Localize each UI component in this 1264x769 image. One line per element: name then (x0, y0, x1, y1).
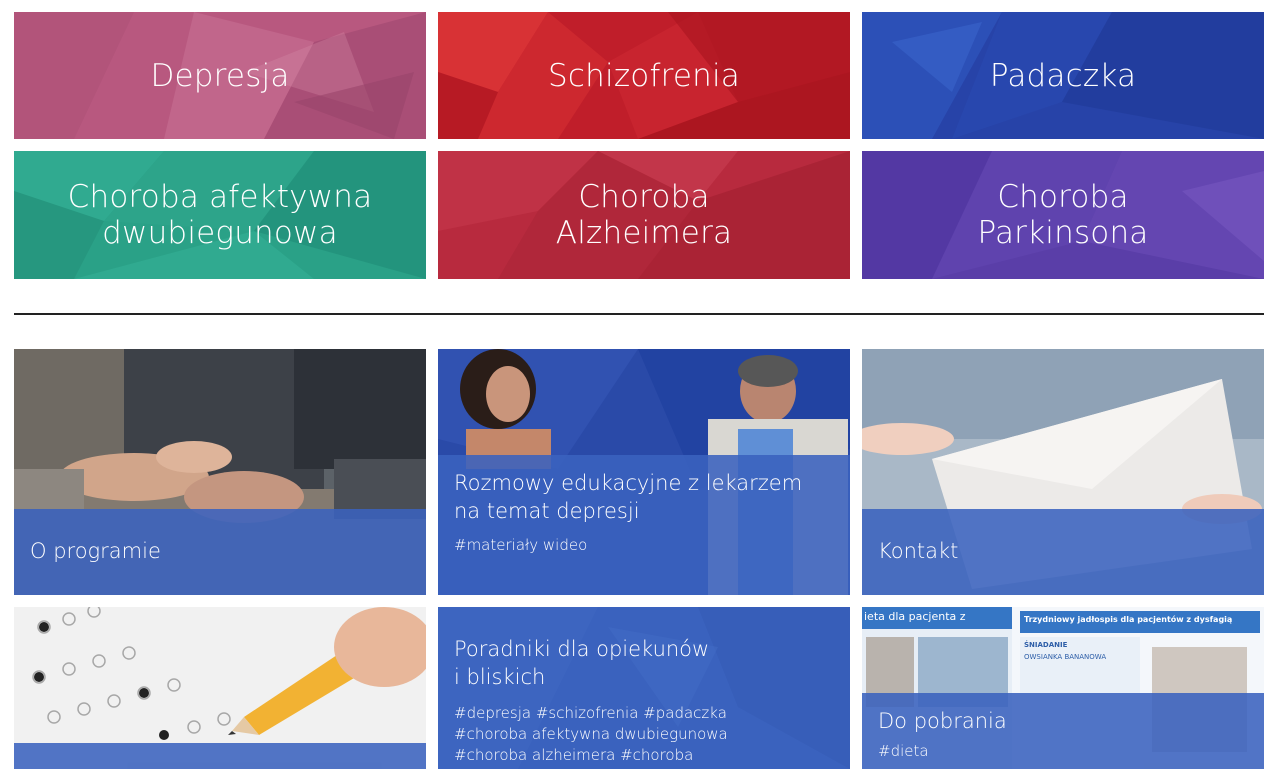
section-divider (14, 313, 1264, 315)
card-band: Kontakt (862, 509, 1264, 595)
card-tags: #materiały wideo (454, 536, 588, 554)
doc-right-heading: Trzydniowy jadłospis dla pacjentów z dys… (1024, 615, 1233, 624)
card-rozmowy-edukacyjne[interactable]: Rozmowy edukacyjne z lekarzem na temat d… (438, 349, 850, 595)
card-o-programie[interactable]: O programie (14, 349, 426, 595)
tile-label: Depresja (150, 57, 290, 94)
card-test[interactable] (14, 607, 426, 769)
card-title: Poradniki dla opiekunów i bliskich (454, 637, 710, 689)
doc-right-item: OWSIANKA BANANOWA (1024, 653, 1107, 661)
card-band: Rozmowy edukacyjne z lekarzem na temat d… (438, 455, 850, 595)
tile-depresja[interactable]: Depresja (14, 12, 426, 139)
card-title: O programie (30, 539, 161, 563)
card-poradniki[interactable]: Poradniki dla opiekunów i bliskich #depr… (438, 607, 850, 769)
card-title: Do pobrania (878, 709, 1007, 733)
tile-choroba-alzheimera[interactable]: Choroba Alzheimera (438, 151, 850, 279)
tile-schizofrenia[interactable]: Schizofrenia (438, 12, 850, 139)
card-tags: #depresja #schizofrenia #padaczka #choro… (454, 704, 728, 764)
tile-label: Choroba Alzheimera (555, 179, 733, 251)
tile-label: Choroba afektywna dwubiegunowa (67, 179, 373, 251)
card-title: Rozmowy edukacyjne z lekarzem na temat d… (454, 471, 803, 523)
card-title: Kontakt (878, 539, 959, 563)
tile-label: Schizofrenia (548, 57, 740, 94)
doc-right-subtitle: ŚNIADANIE (1024, 641, 1068, 649)
tile-choroba-afektywna-dwubiegunowa[interactable]: Choroba afektywna dwubiegunowa (14, 151, 426, 279)
card-band (14, 743, 426, 769)
card-band: O programie (14, 509, 426, 595)
card-tags: #dieta (878, 742, 929, 760)
tile-label: Padaczka (989, 57, 1137, 94)
tile-label: Choroba Parkinsona (977, 179, 1149, 251)
card-do-pobrania[interactable]: ieta dla pacjenta z Trzydniowy jadłospis… (862, 607, 1264, 769)
tile-choroba-parkinsona[interactable]: Choroba Parkinsona (862, 151, 1264, 279)
doc-left-heading: ieta dla pacjenta z (864, 610, 966, 623)
tile-padaczka[interactable]: Padaczka (862, 12, 1264, 139)
card-band: Do pobrania #dieta (862, 693, 1264, 769)
card-kontakt[interactable]: Kontakt (862, 349, 1264, 595)
card-band: Poradniki dla opiekunów i bliskich #depr… (438, 607, 850, 769)
